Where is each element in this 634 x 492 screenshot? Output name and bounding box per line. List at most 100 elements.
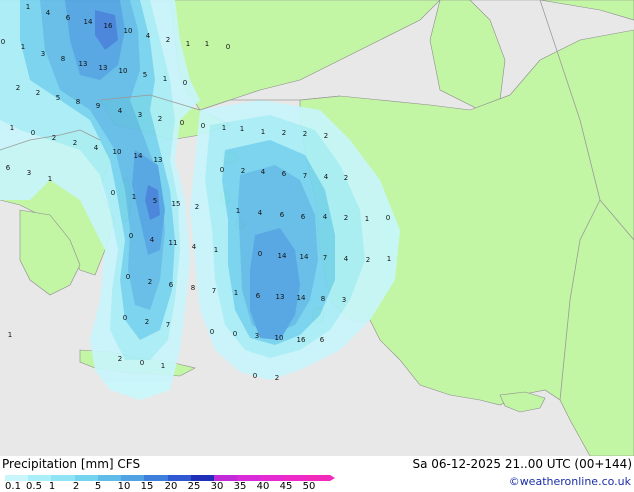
precip-value-label: 1: [26, 3, 30, 11]
legend-tick-label: 25: [187, 481, 201, 492]
precip-value-label: 7: [166, 321, 170, 329]
precip-value-label: 4: [150, 236, 155, 244]
precip-value-label: 16: [297, 336, 306, 344]
precip-value-label: 5: [153, 197, 157, 205]
legend-tick-label: 50: [302, 481, 316, 492]
legend-tick-label: 45: [279, 481, 293, 492]
precip-value-label: 4: [46, 9, 51, 17]
precip-value-label: 1: [132, 193, 136, 201]
precip-value-label: 2: [344, 214, 348, 222]
legend-tick-label: 20: [164, 481, 178, 492]
precip-value-label: 2: [148, 278, 152, 286]
credit-link[interactable]: ©weatheronline.co.uk: [509, 475, 631, 488]
forecast-datetime: Sa 06-12-2025 21..00 UTC (00+144): [412, 457, 632, 471]
precip-value-label: 3: [41, 50, 45, 58]
precip-value-label: 4: [146, 32, 151, 40]
precip-value-label: 1: [21, 43, 25, 51]
precip-value-label: 0: [226, 43, 230, 51]
precip-value-label: 1: [214, 246, 218, 254]
precip-value-label: 10: [275, 334, 284, 342]
precip-value-label: 16: [104, 22, 113, 30]
precip-value-label: 1: [240, 125, 244, 133]
precip-value-label: 0: [129, 232, 133, 240]
precip-value-label: 10: [119, 67, 128, 75]
precip-value-label: 6: [280, 211, 285, 219]
precip-value-label: 1: [8, 331, 12, 339]
precip-value-label: 7: [323, 254, 327, 262]
precip-value-label: 2: [118, 355, 122, 363]
precip-value-label: 3: [138, 111, 142, 119]
precip-value-label: 2: [16, 84, 20, 92]
precip-value-label: 2: [158, 115, 162, 123]
precip-value-label: 0: [253, 372, 257, 380]
precip-value-label: 0: [386, 214, 390, 222]
precip-value-label: 0: [210, 328, 214, 336]
precip-value-label: 8: [76, 98, 80, 106]
precip-value-label: 6: [6, 164, 11, 172]
precip-value-label: 1: [48, 175, 52, 183]
precip-value-label: 4: [324, 173, 329, 181]
precip-value-label: 1: [234, 289, 238, 297]
precip-value-label: 6: [320, 336, 325, 344]
precip-value-label: 2: [195, 203, 199, 211]
legend-tick-label: 15: [140, 481, 154, 492]
precip-value-label: 2: [36, 89, 40, 97]
precip-value-label: 0: [183, 79, 187, 87]
precip-value-label: 0: [1, 38, 5, 46]
precip-value-label: 4: [192, 243, 197, 251]
precip-value-label: 4: [323, 213, 328, 221]
precip-value-label: 0: [123, 314, 127, 322]
precip-value-label: 2: [303, 130, 307, 138]
precip-value-label: 4: [344, 255, 349, 263]
precip-value-label: 2: [241, 167, 245, 175]
precip-value-label: 2: [324, 132, 328, 140]
precip-value-label: 8: [191, 284, 195, 292]
legend-tick-label: 0.5: [26, 481, 42, 492]
precip-value-label: 4: [261, 168, 266, 176]
precip-value-label: 13: [99, 64, 108, 72]
legend-tick-label: 35: [233, 481, 247, 492]
precip-value-label: 6: [301, 213, 306, 221]
precip-value-label: 1: [205, 40, 209, 48]
legend-tick-label: 2: [72, 481, 80, 492]
legend-tick-label: 10: [117, 481, 131, 492]
precip-value-label: 4: [258, 209, 263, 217]
precip-value-label: 0: [220, 166, 224, 174]
precipitation-map: 146 14 16104 2 1 1 0013813 13 10 5 1 0225 8 94 3 2 0 0 110…: [0, 0, 634, 456]
precip-value-label: 1: [186, 40, 190, 48]
legend-tick-label: 0.1: [5, 481, 21, 492]
precip-value-label: 0: [233, 330, 237, 338]
precip-value-label: 2: [282, 129, 286, 137]
precip-value-label: 1: [387, 255, 391, 263]
precip-value-label: 3: [27, 169, 31, 177]
precip-value-label: 6: [66, 14, 71, 22]
precip-value-label: 4: [118, 107, 123, 115]
precip-value-label: 4: [94, 144, 99, 152]
precip-value-label: 1: [161, 362, 165, 370]
precip-value-label: 0: [258, 250, 262, 258]
precip-value-label: 6: [169, 281, 174, 289]
precip-value-label: 5: [56, 94, 60, 102]
precip-value-label: 15: [172, 200, 181, 208]
precip-value-label: 7: [303, 172, 307, 180]
precip-value-label: 2: [275, 374, 279, 382]
precip-value-label: 11: [169, 239, 178, 247]
precip-value-label: 5: [143, 71, 147, 79]
precip-value-label: 7: [212, 287, 216, 295]
precip-value-label: 0: [201, 122, 205, 130]
precip-value-label: 1: [222, 124, 226, 132]
precip-value-label: 0: [180, 119, 184, 127]
map-footer: Precipitation [mm] CFS Sa 06-12-2025 21.…: [0, 456, 634, 492]
precip-value-label: 1: [10, 124, 14, 132]
precip-value-label: 9: [96, 102, 100, 110]
precip-value-label: 2: [145, 318, 149, 326]
precip-value-label: 14: [300, 253, 309, 261]
precip-value-label: 0: [111, 189, 115, 197]
precip-value-label: 2: [344, 174, 348, 182]
precip-value-label: 6: [256, 292, 261, 300]
map-title: Precipitation [mm] CFS: [2, 457, 141, 471]
precip-value-label: 0: [31, 129, 35, 137]
precip-value-label: 6: [282, 170, 287, 178]
precip-value-label: 14: [134, 152, 143, 160]
precip-value-label: 2: [166, 36, 170, 44]
